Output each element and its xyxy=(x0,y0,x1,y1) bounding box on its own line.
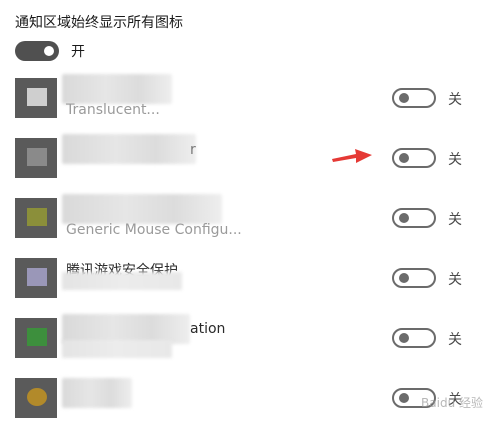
toggle-knob xyxy=(399,273,409,283)
app-row: Generic Mouse Configu... 关 xyxy=(0,188,491,244)
blurred-app-subtitle xyxy=(62,340,172,358)
app-row: 关 xyxy=(0,368,491,424)
app-row: Translucent... 关 xyxy=(0,68,491,124)
app-name: r xyxy=(190,142,196,158)
app-icon xyxy=(15,138,57,178)
app-row: 腾讯游戏安全保护 关 xyxy=(0,248,491,304)
master-toggle-row: 开 xyxy=(15,40,85,62)
app-icon-glyph xyxy=(27,148,47,166)
toggle-knob xyxy=(399,93,409,103)
red-arrow-annotation-icon xyxy=(332,149,372,163)
app-icon-glyph xyxy=(27,268,47,286)
toggle-knob xyxy=(399,213,409,223)
blurred-app-name xyxy=(62,378,132,408)
toggle-state-label: 关 xyxy=(448,212,462,228)
app-icon-glyph xyxy=(27,328,47,346)
toggle-state-label: 关 xyxy=(448,152,462,168)
app-name: ation xyxy=(190,321,226,337)
app-icon xyxy=(15,258,57,298)
blurred-app-name xyxy=(62,272,182,290)
page-title: 通知区域始终显示所有图标 xyxy=(15,15,183,31)
app-toggle[interactable] xyxy=(392,148,436,168)
toggle-knob xyxy=(399,333,409,343)
show-all-icons-toggle[interactable] xyxy=(15,41,59,61)
app-toggle[interactable] xyxy=(392,328,436,348)
app-toggle[interactable] xyxy=(392,88,436,108)
app-icon xyxy=(15,318,57,358)
app-icon-glyph xyxy=(27,88,47,106)
blurred-app-name xyxy=(62,74,172,104)
toggle-knob xyxy=(399,153,409,163)
toggle-knob xyxy=(44,46,54,56)
app-row: ation 关 xyxy=(0,308,491,364)
watermark: Baidu 经验 xyxy=(421,396,483,410)
app-toggle[interactable] xyxy=(392,208,436,228)
app-name: Translucent... xyxy=(66,102,160,118)
toggle-state-label: 关 xyxy=(448,272,462,288)
app-row: r 关 xyxy=(0,128,491,184)
app-toggle[interactable] xyxy=(392,268,436,288)
app-icon xyxy=(15,378,57,418)
toggle-knob xyxy=(399,393,409,403)
app-icon-glyph xyxy=(27,388,47,406)
toggle-state-label: 关 xyxy=(448,92,462,108)
blurred-app-name xyxy=(62,194,222,224)
app-icon-glyph xyxy=(27,208,47,226)
blurred-app-name xyxy=(62,134,196,164)
app-icon xyxy=(15,198,57,238)
app-icon xyxy=(15,78,57,118)
toggle-state-label: 关 xyxy=(448,332,462,348)
toggle-state-label: 开 xyxy=(71,44,85,60)
app-name: Generic Mouse Configu... xyxy=(66,222,242,238)
